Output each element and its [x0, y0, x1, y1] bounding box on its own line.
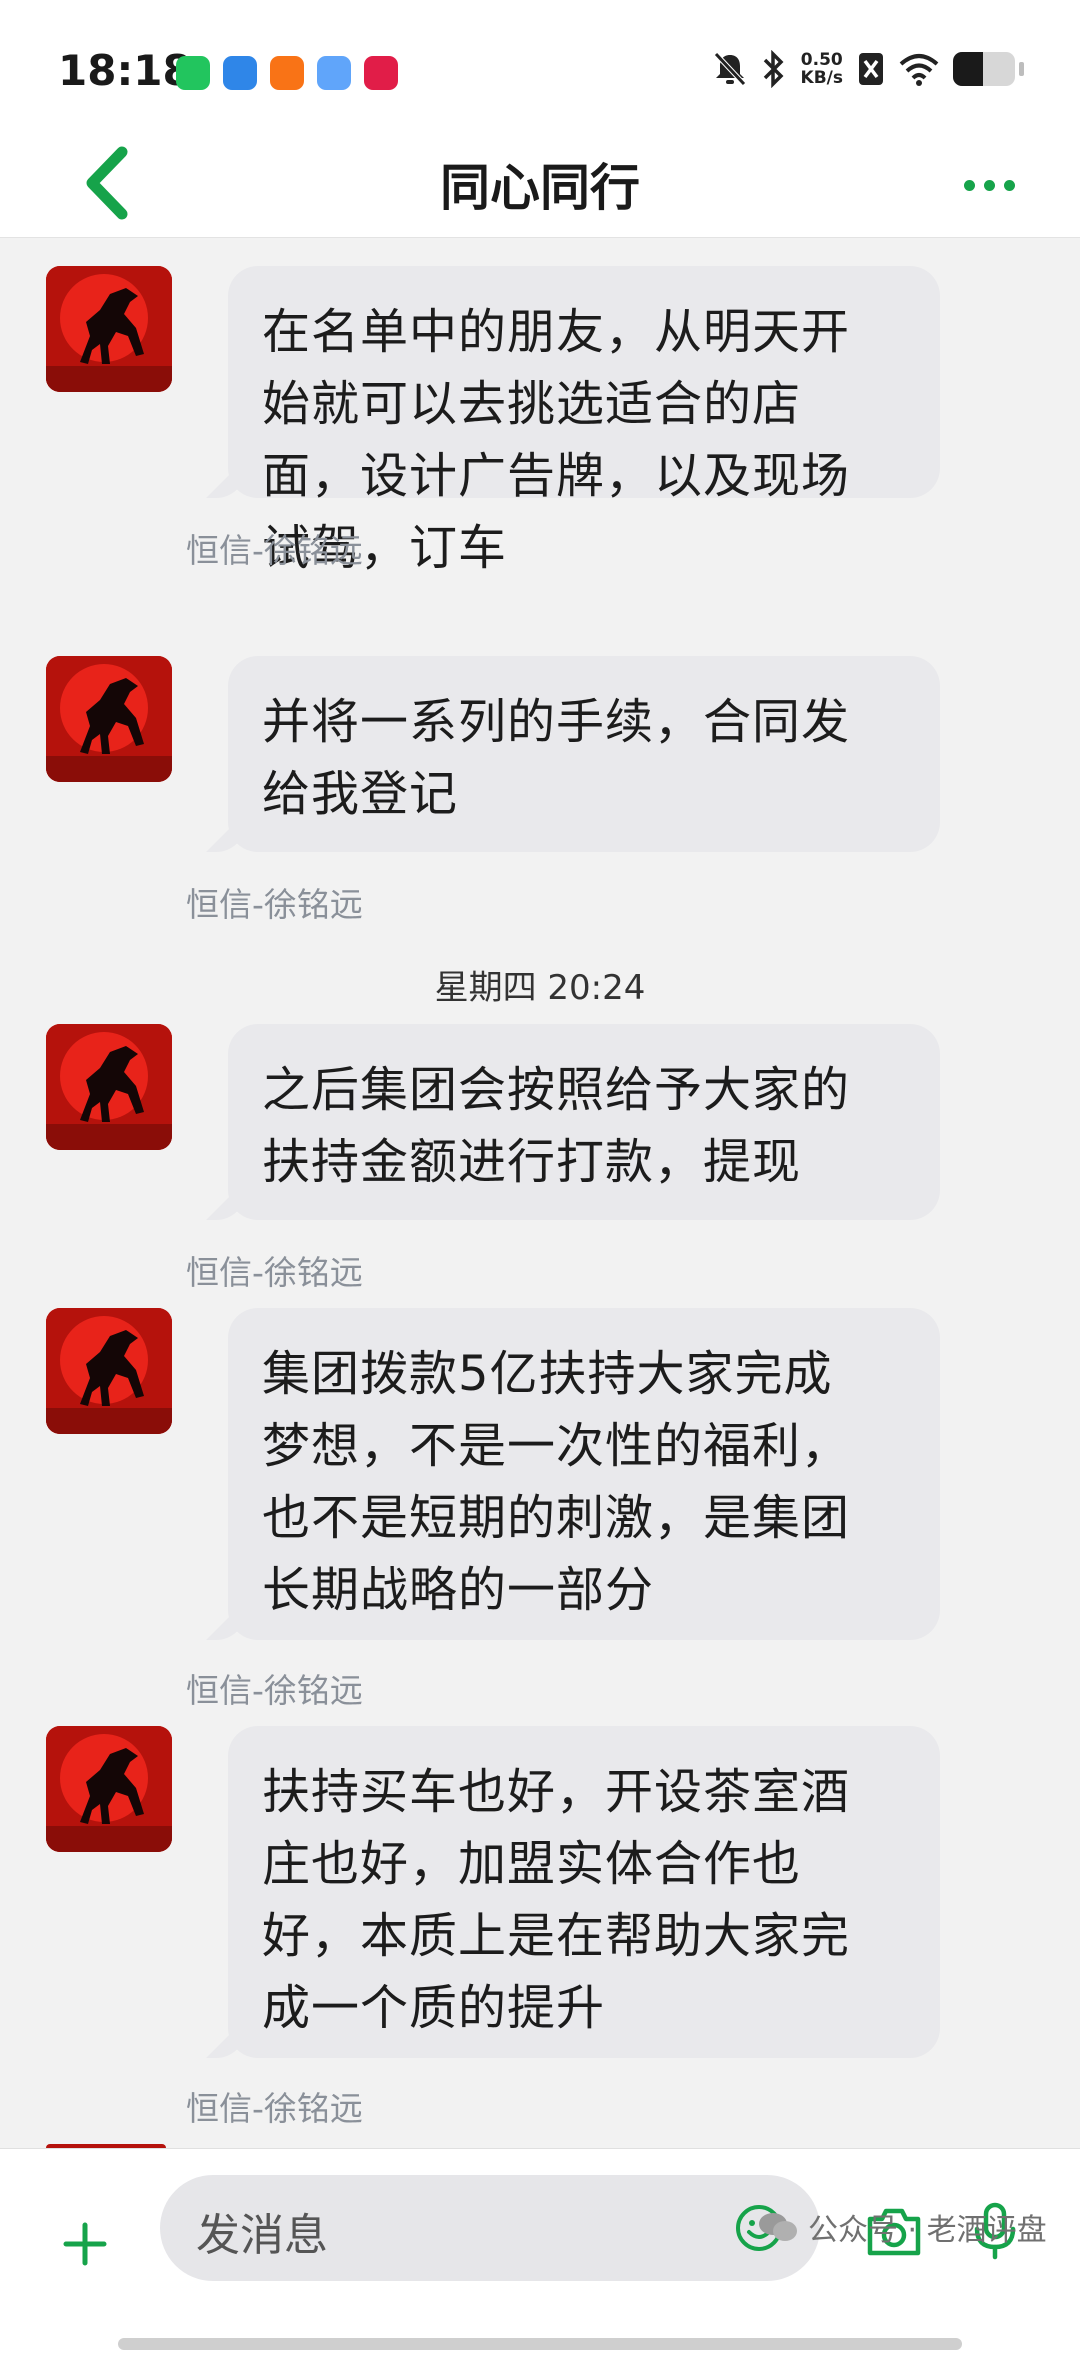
avatar[interactable] [46, 266, 172, 392]
message-line: 长期战略的一部分 [262, 1562, 655, 1618]
avatar[interactable] [46, 656, 172, 782]
message-line: 给我登记 [262, 766, 459, 822]
plus-button[interactable] [60, 2219, 110, 2269]
time-divider: 星期四 20:24 [434, 968, 646, 1008]
avatar[interactable] [46, 1024, 172, 1150]
net-speed: 0.50 KB/s [800, 50, 843, 88]
message-line: 也不是短期的刺激，是集团 [262, 1490, 851, 1546]
app-red-icon [364, 56, 398, 90]
message-line: 扶持金额进行打款，提现 [262, 1134, 802, 1190]
message-input-placeholder: 发消息 [196, 2210, 328, 2261]
message-line: 扶持买车也好，开设茶室酒 [262, 1764, 851, 1820]
dot-icon [1004, 179, 1015, 191]
message-line: 始就可以去挑选适合的店 [262, 376, 802, 432]
status-time: 18:18 [58, 46, 192, 95]
more-options-button[interactable] [964, 170, 1024, 200]
app-orange-icon [270, 56, 304, 90]
horse-avatar-icon [46, 266, 172, 392]
watermark: 公众号 · 老酒评盘 [758, 2205, 1047, 2249]
sender-name: 恒信-徐铭远 [186, 531, 363, 570]
home-indicator[interactable] [118, 2338, 962, 2350]
message-line: 并将一系列的手续，合同发 [262, 694, 851, 750]
status-app-icons [176, 56, 398, 90]
message-line: 面，设计广告牌，以及现场 [262, 448, 851, 504]
horse-avatar-icon [46, 1024, 172, 1150]
horse-avatar-icon [46, 656, 172, 782]
status-bar: 18:18 0.50 KB/s [0, 0, 1080, 130]
message-input[interactable]: 发消息 [160, 2175, 820, 2281]
message-bubble[interactable]: 在名单中的朋友，从明天开 始就可以去挑选适合的店 面，设计广告牌，以及现场 试驾… [228, 266, 940, 576]
sender-name: 恒信-徐铭远 [186, 2089, 363, 2128]
bluetooth-icon [763, 50, 784, 88]
message-line: 梦想，不是一次性的福利， [262, 1418, 851, 1474]
battery-cap [1019, 62, 1024, 76]
battery-fill [953, 52, 983, 86]
dot-icon [984, 179, 995, 191]
message-bubble[interactable]: 并将一系列的手续，合同发 给我登记 [228, 656, 940, 852]
sender-name: 恒信-徐铭远 [186, 1671, 363, 1710]
message-line: 在名单中的朋友，从明天开 [262, 304, 851, 360]
message-composer: 发消息 [0, 2148, 1080, 2358]
sim-off-icon [859, 53, 883, 85]
message-line: 集团拨款5亿扶持大家完成 [262, 1346, 833, 1402]
message-bubble[interactable]: 集团拨款5亿扶持大家完成 梦想，不是一次性的福利， 也不是短期的刺激，是集团 长… [228, 1308, 940, 1640]
message-line: 成一个质的提升 [262, 1980, 606, 2036]
avatar[interactable] [46, 1308, 172, 1434]
horse-avatar-icon [46, 1726, 172, 1852]
horse-avatar-icon [46, 1308, 172, 1434]
wechat-logo-icon [759, 2213, 797, 2241]
wechat-icon [176, 56, 210, 90]
avatar[interactable] [46, 1726, 172, 1852]
sender-name: 恒信-徐铭远 [186, 1253, 363, 1292]
mute-bell-icon [713, 52, 746, 86]
chat-header: 同心同行 [0, 130, 1080, 238]
message-bubble[interactable]: 扶持买车也好，开设茶室酒 庄也好，加盟实体合作也 好，本质上是在帮助大家完 成一… [228, 1726, 940, 2058]
message-line: 庄也好，加盟实体合作也 [262, 1836, 802, 1892]
browser-icon [223, 56, 257, 90]
message-line: 之后集团会按照给予大家的 [262, 1062, 851, 1118]
chat-title: 同心同行 [440, 159, 640, 217]
sender-name: 恒信-徐铭远 [186, 885, 363, 924]
status-indicators: 0.50 KB/s [713, 50, 1024, 88]
dot-icon [964, 179, 975, 191]
message-list[interactable]: 在名单中的朋友，从明天开 始就可以去挑选适合的店 面，设计广告牌，以及现场 试驾… [0, 238, 1080, 2148]
watermark-text: 公众号 · 老酒评盘 [808, 2213, 1047, 2248]
app-blue-icon [317, 56, 351, 90]
wifi-icon [899, 54, 939, 86]
message-bubble[interactable]: 之后集团会按照给予大家的 扶持金额进行打款，提现 [228, 1024, 940, 1220]
message-line: 好，本质上是在帮助大家完 [262, 1908, 851, 1964]
battery-icon [953, 52, 1015, 86]
